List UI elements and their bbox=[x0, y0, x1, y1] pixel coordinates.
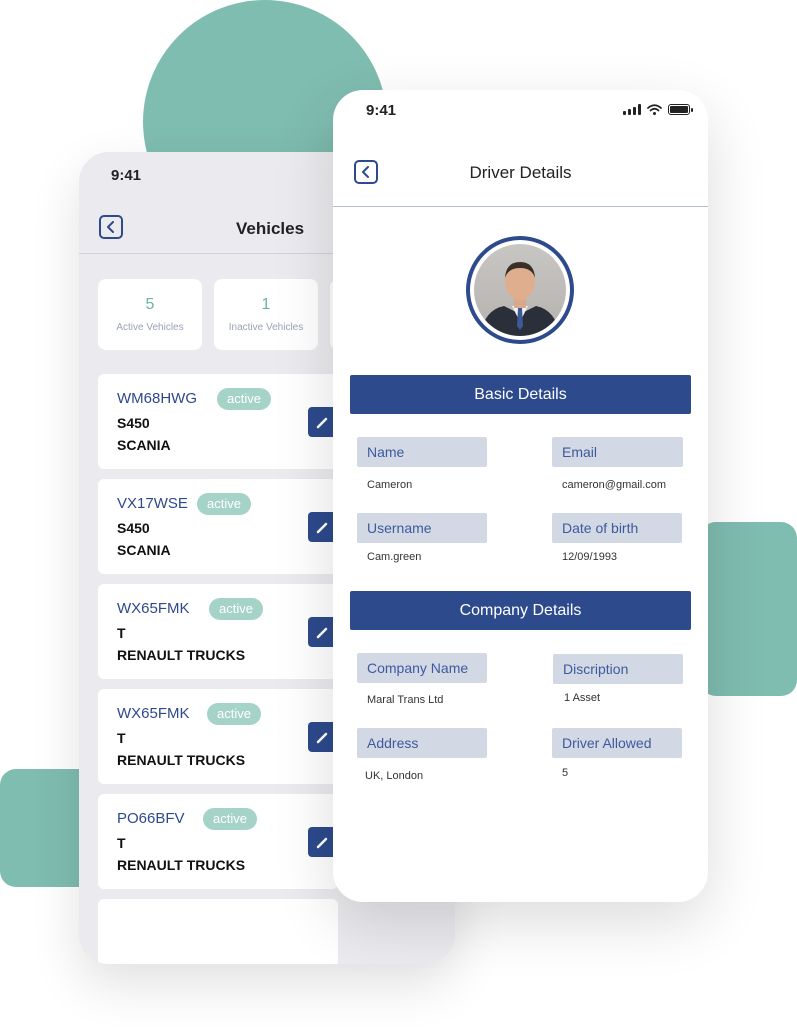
status-badge: active bbox=[209, 598, 263, 620]
vehicle-card[interactable]: VX17WSE active S450 SCANIA bbox=[98, 479, 338, 574]
basic-details-header: Basic Details bbox=[350, 375, 691, 414]
vehicle-reg: WM68HWG bbox=[117, 390, 197, 407]
vehicle-card[interactable] bbox=[98, 899, 338, 964]
drivers-allowed-label: Driver Allowed bbox=[552, 728, 682, 758]
status-badge: active bbox=[197, 493, 251, 515]
vehicle-make: SCANIA bbox=[117, 437, 171, 453]
address-label: Address bbox=[357, 728, 487, 758]
vehicle-model: S450 bbox=[117, 415, 150, 431]
edit-icon bbox=[316, 522, 328, 534]
description-label: Discription bbox=[553, 654, 683, 684]
back-button[interactable] bbox=[99, 215, 123, 239]
driver-avatar bbox=[466, 236, 574, 344]
person-icon bbox=[480, 262, 560, 336]
driver-details-phone: 9:41 Driver Details Basic Details Name C… bbox=[333, 90, 708, 902]
company-name-value: Maral Trans Ltd bbox=[367, 694, 444, 706]
vehicle-card[interactable]: WX65FMK active T RENAULT TRUCKS bbox=[98, 584, 338, 679]
status-time: 9:41 bbox=[366, 102, 397, 119]
company-name-label: Company Name bbox=[357, 653, 487, 683]
chevron-left-icon bbox=[107, 221, 114, 233]
company-details-header: Company Details bbox=[350, 591, 691, 630]
vehicle-model: T bbox=[117, 835, 126, 851]
status-badge: active bbox=[217, 388, 271, 410]
username-value: Cam.green bbox=[367, 551, 422, 563]
active-vehicles-label: Active Vehicles bbox=[116, 322, 184, 333]
vehicle-make: RENAULT TRUCKS bbox=[117, 647, 246, 663]
name-value: Cameron bbox=[367, 479, 413, 491]
inactive-vehicles-card[interactable]: 1 Inactive Vehicles bbox=[214, 279, 318, 350]
vehicle-make: RENAULT TRUCKS bbox=[117, 752, 246, 768]
description-value: 1 Asset bbox=[564, 692, 601, 704]
decorative-block-left bbox=[0, 769, 84, 887]
page-title: Driver Details bbox=[469, 163, 572, 182]
inactive-vehicles-count: 1 bbox=[261, 296, 271, 313]
header-divider bbox=[333, 206, 708, 207]
vehicle-make: SCANIA bbox=[117, 542, 171, 558]
wifi-icon bbox=[647, 104, 662, 115]
vehicle-model: S450 bbox=[117, 520, 150, 536]
drivers-allowed-value: 5 bbox=[562, 767, 569, 779]
vehicle-model: T bbox=[117, 625, 126, 641]
vehicle-model: T bbox=[117, 730, 126, 746]
edit-icon bbox=[316, 417, 328, 429]
avatar-photo bbox=[474, 244, 566, 336]
status-icons bbox=[623, 104, 693, 115]
dob-value: 12/09/1993 bbox=[562, 551, 618, 563]
vehicle-reg: VX17WSE bbox=[117, 495, 188, 512]
vehicle-reg: PO66BFV bbox=[117, 810, 185, 827]
vehicle-card[interactable]: PO66BFV active T RENAULT TRUCKS bbox=[98, 794, 338, 889]
active-vehicles-count: 5 bbox=[145, 296, 155, 313]
edit-icon bbox=[316, 627, 328, 639]
vehicle-make: RENAULT TRUCKS bbox=[117, 857, 246, 873]
email-value: cameron@gmail.com bbox=[562, 479, 667, 491]
edit-icon bbox=[316, 732, 328, 744]
active-vehicles-card[interactable]: 5 Active Vehicles bbox=[98, 279, 202, 350]
name-label: Name bbox=[357, 437, 487, 467]
signal-icon bbox=[623, 104, 641, 115]
vehicle-card[interactable]: WM68HWG active S450 SCANIA bbox=[98, 374, 338, 469]
email-label: Email bbox=[552, 437, 683, 467]
battery-icon bbox=[668, 104, 693, 115]
dob-label: Date of birth bbox=[552, 513, 682, 543]
page-title: Vehicles bbox=[236, 219, 305, 238]
username-label: Username bbox=[357, 513, 487, 543]
vehicle-card[interactable]: WX65FMK active T RENAULT TRUCKS bbox=[98, 689, 338, 784]
status-time: 9:41 bbox=[111, 167, 142, 184]
address-value: UK, London bbox=[365, 770, 424, 782]
vehicle-reg: WX65FMK bbox=[117, 600, 190, 617]
decorative-block-right bbox=[700, 522, 797, 696]
inactive-vehicles-label: Inactive Vehicles bbox=[228, 322, 304, 333]
status-badge: active bbox=[203, 808, 257, 830]
vehicle-reg: WX65FMK bbox=[117, 705, 190, 722]
edit-icon bbox=[316, 837, 328, 849]
status-badge: active bbox=[207, 703, 261, 725]
